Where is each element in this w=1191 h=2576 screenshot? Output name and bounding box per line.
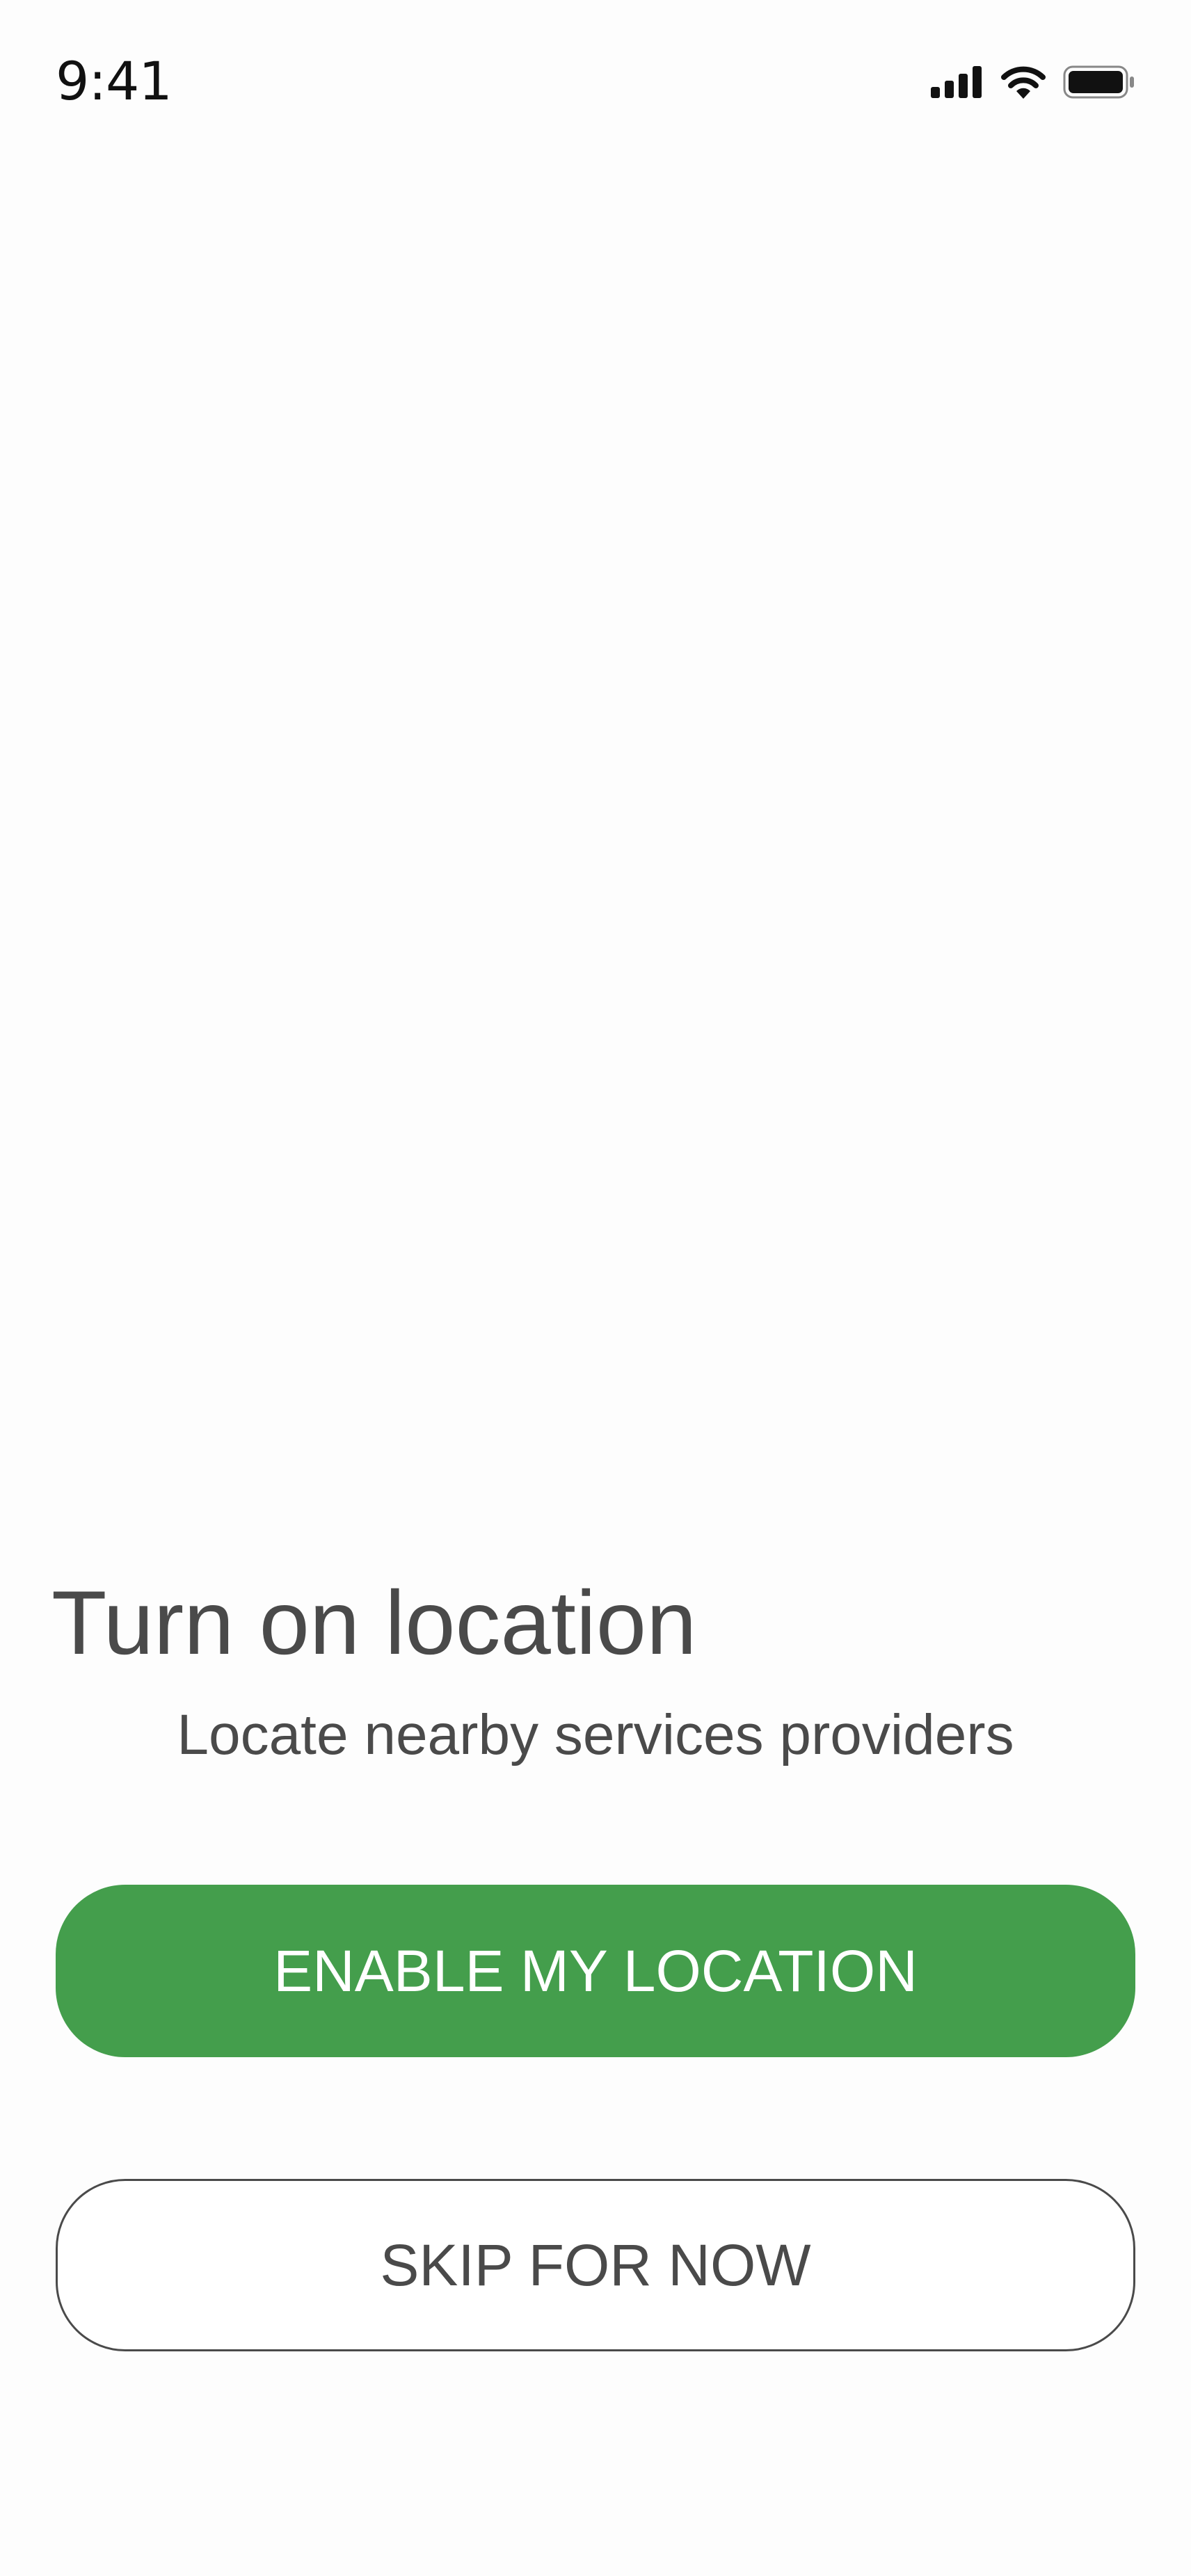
status-bar: 9:41 <box>0 0 1191 160</box>
wifi-icon <box>1001 66 1046 99</box>
page-subtitle: Locate nearby services providers <box>177 1703 1014 1766</box>
status-time: 9:41 <box>56 50 173 112</box>
signal-icon <box>931 66 982 98</box>
status-icons <box>931 63 1135 102</box>
skip-button[interactable]: SKIP FOR NOW <box>56 2179 1135 2351</box>
enable-location-button[interactable]: ENABLE MY LOCATION <box>56 1885 1135 2057</box>
battery-icon <box>1063 65 1134 99</box>
page-title: Turn on location <box>51 1572 697 1673</box>
